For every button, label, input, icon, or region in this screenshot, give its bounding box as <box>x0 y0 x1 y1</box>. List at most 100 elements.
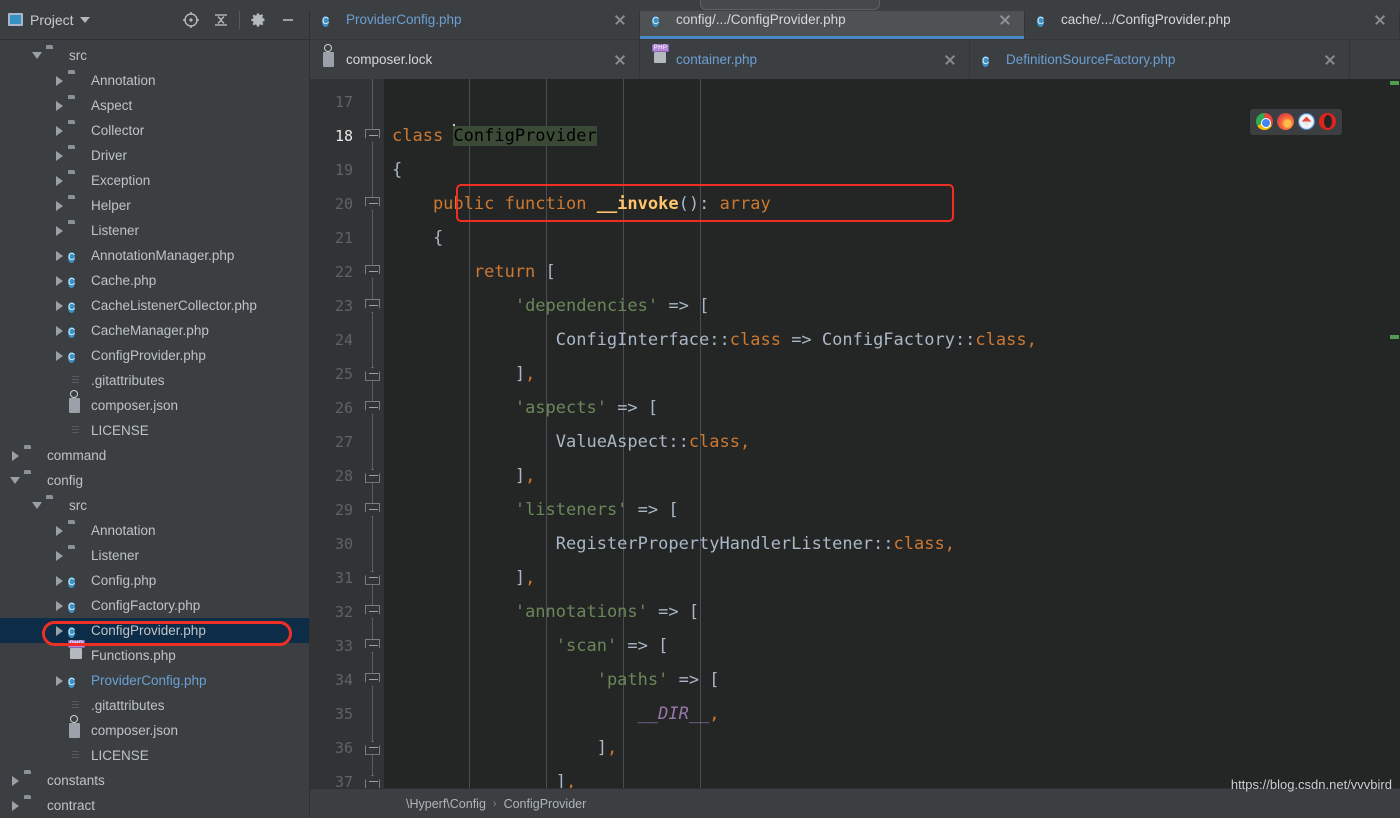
tree-item[interactable]: Helper <box>0 193 309 218</box>
chevron-right-icon[interactable] <box>52 249 66 263</box>
tree-item[interactable]: Aspect <box>0 93 309 118</box>
close-icon[interactable] <box>998 13 1012 27</box>
fold-toggle-icon[interactable] <box>365 264 380 279</box>
editor-tab[interactable]: composer.lock <box>310 40 640 79</box>
safari-icon[interactable] <box>1298 113 1315 131</box>
chevron-right-icon[interactable] <box>52 224 66 238</box>
breadcrumb-class[interactable]: ConfigProvider <box>504 797 587 811</box>
tree-item[interactable]: Annotation <box>0 68 309 93</box>
tree-item[interactable]: Annotation <box>0 518 309 543</box>
tree-item[interactable]: Collector <box>0 118 309 143</box>
tree-item[interactable]: composer.json <box>0 714 309 743</box>
tree-item[interactable]: C ConfigProvider.php <box>0 618 309 643</box>
tree-item[interactable]: contract <box>0 793 309 818</box>
fold-toggle-icon[interactable] <box>365 774 380 789</box>
opera-icon[interactable] <box>1319 113 1336 131</box>
code-line[interactable]: public function __invoke(): array <box>384 187 1400 221</box>
chevron-right-icon[interactable] <box>52 549 66 563</box>
tree-item[interactable]: Listener <box>0 543 309 568</box>
chevron-right-icon[interactable] <box>52 124 66 138</box>
chevron-right-icon[interactable] <box>52 199 66 213</box>
chevron-down-icon[interactable] <box>30 49 44 63</box>
code-line[interactable] <box>384 85 1400 119</box>
fold-toggle-icon[interactable] <box>365 298 380 313</box>
tree-item[interactable]: LICENSE <box>0 418 309 443</box>
fold-toggle-icon[interactable] <box>365 740 380 755</box>
browser-launch-bar[interactable] <box>1250 108 1342 135</box>
tree-item[interactable]: src <box>0 493 309 518</box>
code-line[interactable]: class ConfigProvider <box>384 119 1400 153</box>
tree-item[interactable]: C ConfigFactory.php <box>0 593 309 618</box>
chrome-icon[interactable] <box>1256 113 1273 131</box>
code-line[interactable]: 'paths' => [ <box>384 663 1400 697</box>
tree-item[interactable]: constants <box>0 768 309 793</box>
chevron-right-icon[interactable] <box>52 274 66 288</box>
close-icon[interactable] <box>943 53 957 67</box>
tree-item[interactable]: C ProviderConfig.php <box>0 668 309 693</box>
chevron-right-icon[interactable] <box>52 74 66 88</box>
tree-item[interactable]: composer.json <box>0 389 309 418</box>
fold-toggle-icon[interactable] <box>365 502 380 517</box>
close-icon[interactable] <box>1323 53 1337 67</box>
code-line[interactable]: 'aspects' => [ <box>384 391 1400 425</box>
chevron-down-icon[interactable] <box>30 499 44 513</box>
tree-item[interactable]: PHP Functions.php <box>0 639 309 668</box>
code-line[interactable]: ValueAspect::class, <box>384 425 1400 459</box>
code-folding-gutter[interactable] <box>362 78 384 789</box>
tree-item[interactable]: config <box>0 468 309 493</box>
tree-item[interactable]: C CacheListenerCollector.php <box>0 293 309 318</box>
tree-item[interactable]: C CacheManager.php <box>0 318 309 343</box>
code-line[interactable]: { <box>384 153 1400 187</box>
editor-tab[interactable]: C DefinitionSourceFactory.php <box>970 40 1350 79</box>
code-line[interactable]: 'dependencies' => [ <box>384 289 1400 323</box>
fold-toggle-icon[interactable] <box>365 196 380 211</box>
editor-tabs-row-2[interactable]: composer.lock PHP container.php C Definition… <box>310 39 1400 79</box>
editor-tab[interactable]: PHP container.php <box>640 40 970 79</box>
fold-toggle-icon[interactable] <box>365 468 380 483</box>
close-icon[interactable] <box>613 53 627 67</box>
tree-item[interactable]: LICENSE <box>0 743 309 768</box>
chevron-right-icon[interactable] <box>52 349 66 363</box>
code-line[interactable]: 'scan' => [ <box>384 629 1400 663</box>
tree-item[interactable]: Exception <box>0 168 309 193</box>
code-line[interactable]: ], <box>384 459 1400 493</box>
tree-item[interactable]: C Config.php <box>0 568 309 593</box>
chevron-down-icon[interactable] <box>8 474 22 488</box>
chevron-down-icon[interactable] <box>79 16 90 23</box>
chevron-right-icon[interactable] <box>52 599 66 613</box>
chevron-right-icon[interactable] <box>52 674 66 688</box>
firefox-icon[interactable] <box>1277 113 1294 131</box>
line-number-gutter[interactable]: 17 18 19 20 21 22 23 24 25 26 27 28 29 30 31 32 33 34 35 36… <box>310 78 362 789</box>
tree-item[interactable]: Driver <box>0 143 309 168</box>
chevron-right-icon[interactable] <box>8 774 22 788</box>
code-line[interactable]: { <box>384 221 1400 255</box>
chevron-right-icon[interactable] <box>52 574 66 588</box>
fold-toggle-icon[interactable] <box>365 604 380 619</box>
tree-item[interactable]: src <box>0 43 309 68</box>
code-line[interactable]: 'listeners' => [ <box>384 493 1400 527</box>
tree-item[interactable]: C AnnotationManager.php <box>0 243 309 268</box>
code-line[interactable]: ConfigInterface::class => ConfigFactory:… <box>384 323 1400 357</box>
close-icon[interactable] <box>613 13 627 27</box>
breadcrumb-namespace[interactable]: \Hyperf\Config <box>406 797 486 811</box>
fold-toggle-icon[interactable] <box>365 570 380 585</box>
code-line[interactable]: return [ <box>384 255 1400 289</box>
chevron-right-icon[interactable] <box>52 174 66 188</box>
code-line[interactable]: __DIR__, <box>384 697 1400 731</box>
chevron-right-icon[interactable] <box>52 149 66 163</box>
tree-item[interactable]: .gitattributes <box>0 693 309 718</box>
code-line[interactable]: 'annotations' => [ <box>384 595 1400 629</box>
fold-toggle-icon[interactable] <box>365 672 380 687</box>
chevron-right-icon[interactable] <box>8 449 22 463</box>
chevron-right-icon[interactable] <box>52 524 66 538</box>
tree-item[interactable]: C Cache.php <box>0 268 309 293</box>
error-marker-strip[interactable] <box>1386 78 1400 789</box>
tree-item[interactable]: command <box>0 443 309 468</box>
code-line[interactable]: ], <box>384 731 1400 765</box>
fold-toggle-icon[interactable] <box>365 366 380 381</box>
search-everywhere-field[interactable] <box>700 0 880 10</box>
tree-item[interactable]: .gitattributes <box>0 368 309 393</box>
chevron-right-icon[interactable] <box>8 799 22 813</box>
fold-toggle-icon[interactable] <box>365 638 380 653</box>
tree-item[interactable]: Listener <box>0 218 309 243</box>
